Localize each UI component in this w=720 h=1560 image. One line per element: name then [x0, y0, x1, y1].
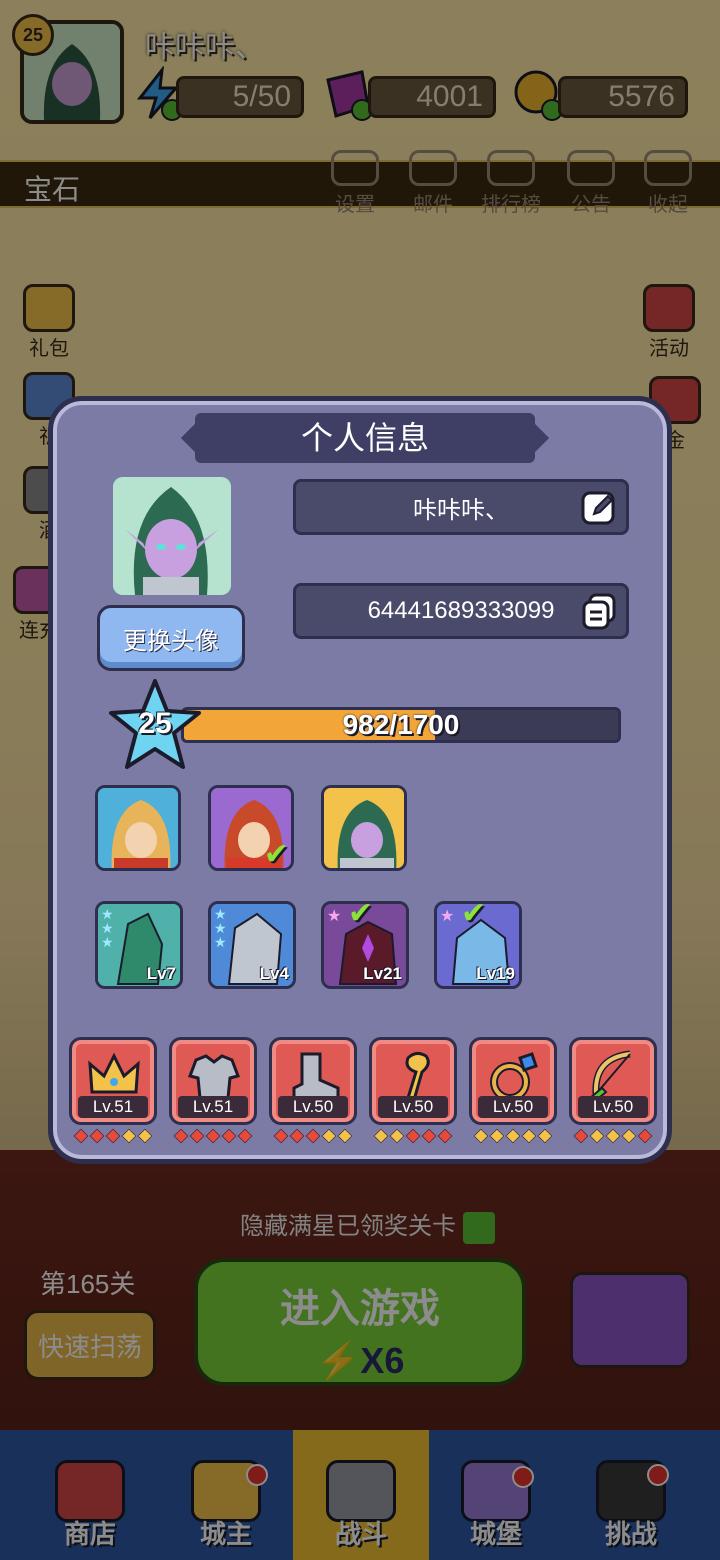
pet-level: Lv4: [259, 964, 289, 983]
equipment-level: Lv.51: [178, 1096, 248, 1118]
user-id-value: 64441689333099: [367, 597, 555, 624]
edit-icon[interactable]: [580, 488, 618, 526]
experience-bar: 982/1700: [181, 707, 621, 743]
equipment-level: Lv.50: [578, 1096, 648, 1118]
equipment-level: Lv.50: [278, 1096, 348, 1118]
equipment-slot-ring[interactable]: Lv.50: [469, 1037, 557, 1125]
pet-slot-4[interactable]: ★ ✔ Lv19: [434, 901, 522, 989]
equipment-level: Lv.50: [378, 1096, 448, 1118]
equipment-slot-bow[interactable]: Lv.50: [569, 1037, 657, 1125]
equipment-slot-crown[interactable]: Lv.51: [69, 1037, 157, 1125]
pet-level: Lv21: [363, 964, 402, 983]
change-avatar-button[interactable]: 更换头像: [97, 605, 245, 671]
name-field[interactable]: 咔咔咔、: [293, 479, 629, 535]
modal-title: 个人信息: [300, 420, 429, 456]
pet-level: Lv19: [476, 964, 515, 983]
user-id-field: 64441689333099: [293, 583, 629, 639]
equipment-rarity-pips: [468, 1128, 558, 1145]
hero-slot-1[interactable]: [95, 785, 181, 871]
pet-level: Lv7: [146, 964, 176, 983]
selected-check-icon: ✔: [348, 901, 374, 931]
equipment-level: Lv.50: [478, 1096, 548, 1118]
name-field-value: 咔咔咔、: [413, 496, 509, 524]
star-rating-icon: ★: [327, 906, 342, 925]
equipment-rarity-pips: [68, 1128, 158, 1145]
selected-check-icon: ✔: [461, 901, 487, 931]
level-star: 25: [105, 677, 205, 773]
copy-icon[interactable]: [580, 592, 618, 630]
star-rating-icon: ★ ★ ★: [214, 907, 227, 951]
equipment-rarity-pips: [168, 1128, 258, 1145]
modal-header: 个人信息: [195, 413, 535, 463]
level-star-value: 25: [138, 707, 172, 740]
hero-slot-3[interactable]: [321, 785, 407, 871]
star-rating-icon: ★: [440, 906, 455, 925]
pet-slot-3[interactable]: ★ ✔ Lv21: [321, 901, 409, 989]
pet-slot-2[interactable]: ★ ★ ★ Lv4: [208, 901, 296, 989]
equipment-level: Lv.51: [78, 1096, 148, 1118]
pet-slot-1[interactable]: ★ ★ ★ Lv7: [95, 901, 183, 989]
equipment-slot-boots[interactable]: Lv.50: [269, 1037, 357, 1125]
equipment-slot-staff[interactable]: Lv.50: [369, 1037, 457, 1125]
profile-modal: 个人信息 更换头像 咔咔咔、 64441689333099 982/1700 2…: [48, 396, 672, 1164]
equipment-rarity-pips: [568, 1128, 658, 1145]
equipment-slot-armor[interactable]: Lv.51: [169, 1037, 257, 1125]
selected-check-icon: ✔: [263, 837, 289, 871]
star-rating-icon: ★ ★ ★: [101, 907, 114, 951]
profile-portrait: [113, 477, 231, 595]
experience-text: 982/1700: [342, 709, 460, 740]
equipment-rarity-pips: [268, 1128, 358, 1145]
hero-slot-2[interactable]: ✔: [208, 785, 294, 871]
equipment-rarity-pips: [368, 1128, 458, 1145]
